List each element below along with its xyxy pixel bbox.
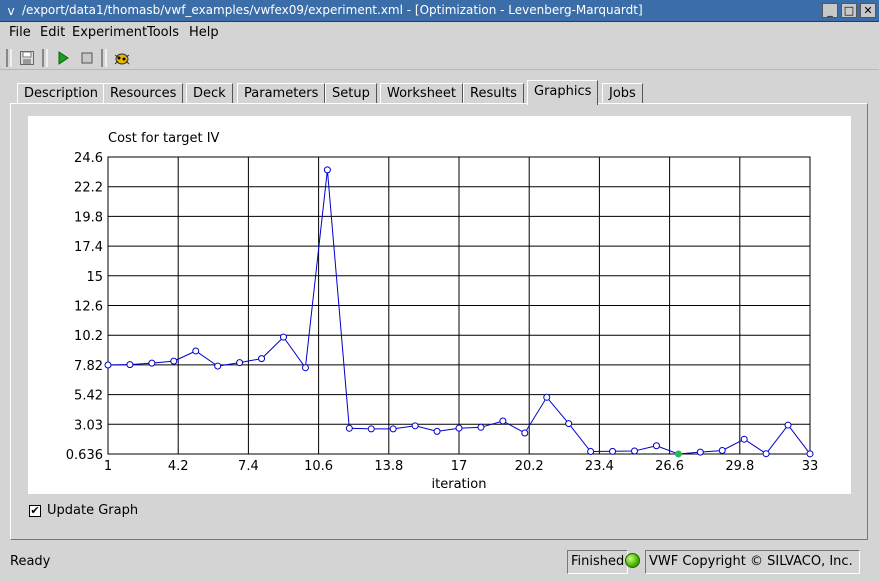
x-tick-label: 17	[451, 459, 468, 474]
x-tick-label: 29.8	[725, 459, 754, 474]
x-tick-label: 4.2	[168, 459, 189, 474]
update-graph-label: Update Graph	[47, 503, 139, 518]
tab-worksheet[interactable]: Worksheet	[380, 83, 464, 104]
data-point	[631, 447, 638, 455]
data-point	[214, 362, 222, 370]
data-point	[148, 359, 156, 367]
status-state: Finished	[567, 550, 629, 574]
status-text: Ready	[10, 554, 51, 569]
x-tick-label: 23.4	[585, 459, 614, 474]
y-tick-label: 0.636	[66, 448, 103, 463]
toolbar	[0, 46, 879, 70]
toolbar-separator	[101, 49, 107, 67]
menu-tools[interactable]: Tools	[147, 25, 179, 40]
data-point	[236, 359, 244, 367]
y-tick-label: 22.2	[74, 181, 103, 196]
data-point	[521, 429, 529, 437]
graph-area: Cost for target IV 1 4.2 7.4 10.6 13.8 17 20.2…	[28, 116, 851, 494]
data-point	[170, 357, 178, 365]
y-tick-label: 10.2	[74, 329, 103, 344]
tab-description[interactable]: Description	[17, 83, 106, 104]
run-icon[interactable]	[53, 48, 73, 68]
data-point	[126, 361, 134, 369]
tab-parameters[interactable]: Parameters	[237, 83, 326, 104]
data-point	[718, 446, 726, 454]
tab-deck[interactable]: Deck	[186, 83, 233, 104]
data-point	[674, 450, 682, 458]
data-point	[455, 424, 463, 432]
y-tick-label: 17.4	[74, 240, 103, 255]
update-graph-checkbox[interactable]: ✔	[29, 505, 41, 517]
debug-icon[interactable]	[112, 48, 132, 68]
save-icon[interactable]	[17, 48, 37, 68]
status-indicator-icon	[625, 553, 640, 568]
tab-results[interactable]: Results	[463, 83, 524, 104]
data-point	[740, 435, 748, 443]
data-point	[696, 448, 704, 456]
data-point	[543, 393, 551, 401]
data-point	[345, 424, 353, 432]
x-tick-label: 33	[802, 459, 819, 474]
toolbar-grip[interactable]	[6, 49, 12, 67]
tab-resources[interactable]: Resources	[103, 83, 184, 104]
data-point	[806, 450, 814, 458]
x-tick-label: 1	[104, 459, 112, 474]
data-point	[280, 333, 287, 341]
y-tick-label: 12.6	[74, 300, 103, 315]
y-tick-label: 19.8	[74, 210, 103, 225]
data-point	[762, 450, 770, 458]
y-tick-label: 3.03	[74, 418, 103, 433]
data-point	[609, 447, 617, 455]
data-point	[104, 361, 112, 369]
y-tick-label: 5.42	[74, 389, 103, 404]
data-point	[784, 421, 792, 429]
data-point	[477, 423, 485, 431]
menu-edit[interactable]: Edit	[40, 25, 65, 40]
x-tick-label: 13.8	[374, 459, 403, 474]
window-title: /export/data1/thomasb/vwf_examples/vwfex…	[22, 3, 643, 17]
y-tick-label: 7.82	[74, 359, 103, 374]
menu-help[interactable]: Help	[189, 25, 219, 40]
stop-icon[interactable]	[77, 48, 97, 68]
data-point	[389, 425, 397, 433]
tab-setup[interactable]: Setup	[325, 83, 377, 104]
data-point	[323, 166, 331, 174]
tab-jobs[interactable]: Jobs	[602, 83, 643, 104]
data-point	[258, 355, 266, 363]
data-point	[565, 420, 573, 428]
menu-experiment[interactable]: Experiment	[72, 25, 147, 40]
x-tick-label: 10.6	[304, 459, 333, 474]
data-point	[411, 422, 419, 430]
close-icon[interactable]: ✕	[860, 3, 876, 18]
menu-bar: File Edit Experiment Tools Help	[0, 22, 879, 44]
y-tick-label: 24.6	[74, 151, 103, 166]
maximize-icon[interactable]: □	[841, 3, 857, 18]
title-bar: v /export/data1/thomasb/vwf_examples/vwf…	[0, 0, 879, 22]
data-point	[192, 347, 200, 355]
window-menu-icon[interactable]: v	[3, 3, 19, 19]
data-point	[433, 427, 441, 435]
data-point	[301, 364, 309, 372]
x-tick-label: 26.6	[655, 459, 684, 474]
data-point	[652, 442, 660, 450]
menu-file[interactable]: File	[9, 25, 31, 40]
data-point	[499, 417, 507, 425]
x-tick-label: 7.4	[238, 459, 259, 474]
tab-graphics[interactable]: Graphics	[527, 80, 599, 105]
data-point	[587, 447, 595, 455]
x-axis-label: iteration	[432, 477, 487, 492]
y-tick-label: 15	[86, 270, 103, 285]
data-point	[367, 425, 375, 433]
chart-title: Cost for target IV	[108, 131, 220, 146]
minimize-icon[interactable]: _	[822, 3, 838, 18]
toolbar-separator	[42, 49, 48, 67]
cost-chart: Cost for target IV 1 4.2 7.4 10.6 13.8 17 20.2…	[66, 131, 819, 492]
x-tick-label: 20.2	[515, 459, 544, 474]
status-copyright: VWF Copyright © SILVACO, Inc.	[645, 550, 860, 574]
